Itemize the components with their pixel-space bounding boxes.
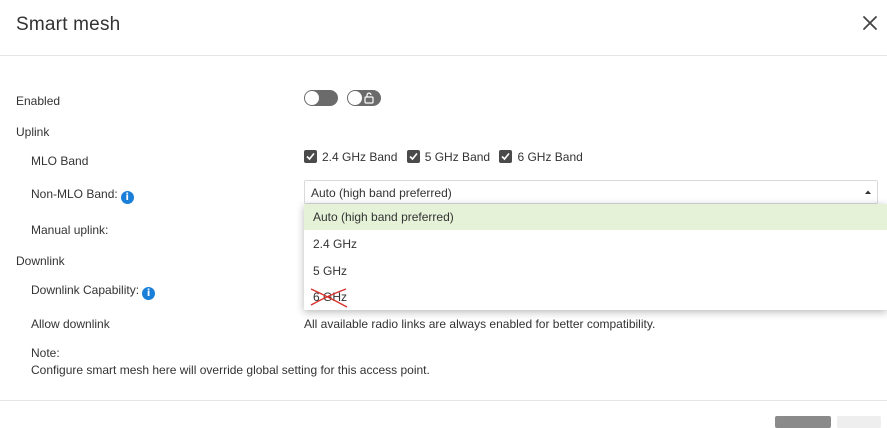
unlock-icon bbox=[364, 92, 374, 104]
mlo-band-checkboxes: 2.4 GHz Band 5 GHz Band 6 GHz Band bbox=[304, 150, 589, 164]
lock-toggle[interactable] bbox=[347, 90, 381, 106]
checkbox-checked-icon bbox=[499, 150, 513, 163]
non-mlo-band-value: Auto (high band preferred) bbox=[311, 186, 452, 200]
checkbox-checked-icon bbox=[406, 150, 420, 163]
mlo-band-label: MLO Band bbox=[31, 154, 89, 168]
allow-downlink-text: All available radio links are always ena… bbox=[304, 317, 656, 331]
option-auto[interactable]: Auto (high band preferred) bbox=[304, 204, 887, 230]
downlink-section-label: Downlink bbox=[16, 254, 65, 268]
note-label: Note: bbox=[31, 346, 60, 360]
mlo-band-5-label: 5 GHz Band bbox=[424, 150, 491, 164]
mlo-band-2-4-checkbox[interactable]: 2.4 GHz Band bbox=[304, 150, 401, 164]
non-mlo-band-label-row: Non-MLO Band: i bbox=[31, 187, 134, 204]
non-mlo-band-select[interactable]: Auto (high band preferred) bbox=[304, 180, 878, 204]
option-5-ghz[interactable]: 5 GHz bbox=[304, 258, 887, 284]
uplink-section-label: Uplink bbox=[16, 125, 50, 139]
downlink-capability-label: Downlink Capability: bbox=[31, 283, 140, 297]
caret-up-icon bbox=[865, 190, 871, 194]
manual-uplink-label: Manual uplink: bbox=[31, 223, 109, 237]
footer-divider bbox=[0, 400, 887, 401]
toggle-knob bbox=[305, 91, 319, 105]
close-icon[interactable] bbox=[860, 13, 880, 33]
enabled-toggle[interactable] bbox=[304, 90, 338, 106]
toggle-knob bbox=[348, 91, 362, 105]
save-button[interactable] bbox=[775, 416, 831, 428]
option-6-ghz[interactable]: 6 GHz bbox=[304, 284, 887, 310]
mlo-band-5-checkbox[interactable]: 5 GHz Band bbox=[406, 150, 494, 164]
note-text: Configure smart mesh here will override … bbox=[31, 363, 430, 377]
dialog-title: Smart mesh bbox=[16, 14, 121, 35]
mlo-band-2-4-label: 2.4 GHz Band bbox=[322, 150, 398, 164]
header-divider bbox=[0, 55, 887, 56]
downlink-capability-label-row: Downlink Capability: i bbox=[31, 283, 156, 300]
allow-downlink-label: Allow downlink bbox=[31, 317, 110, 331]
mlo-band-6-label: 6 GHz Band bbox=[517, 150, 583, 164]
checkbox-checked-icon bbox=[304, 150, 317, 163]
non-mlo-band-label: Non-MLO Band: bbox=[31, 187, 118, 201]
option-2-4-ghz[interactable]: 2.4 GHz bbox=[304, 231, 887, 257]
strikethrough-cross-icon bbox=[310, 288, 348, 308]
enabled-label: Enabled bbox=[16, 94, 61, 108]
info-icon[interactable]: i bbox=[120, 191, 134, 204]
cancel-button[interactable] bbox=[837, 416, 881, 428]
non-mlo-band-dropdown: Auto (high band preferred) 2.4 GHz 5 GHz… bbox=[304, 204, 887, 310]
mlo-band-6-checkbox[interactable]: 6 GHz Band bbox=[499, 150, 583, 164]
info-icon[interactable]: i bbox=[142, 287, 156, 300]
